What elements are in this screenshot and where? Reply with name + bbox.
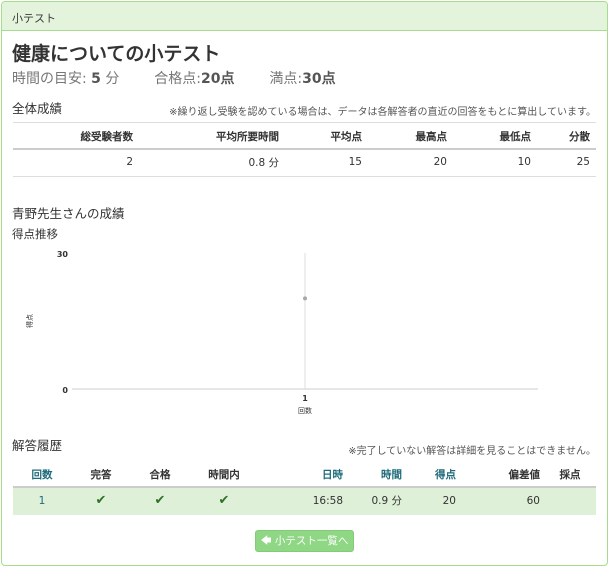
chart-x-tick-label: 1 <box>302 394 308 403</box>
check-icon: ✔ <box>218 493 230 508</box>
chart-y-tick-label: 0 <box>62 386 68 395</box>
score-chart: 30 0 1 回数 得点 <box>25 250 538 415</box>
overall-value-min: 10 <box>517 156 531 168</box>
time-label: 時間の目安: <box>12 71 87 87</box>
panel-heading: 小テスト <box>2 2 607 31</box>
history-header-grading: 採点 <box>559 468 581 481</box>
history-cell-score: 20 <box>442 494 456 507</box>
overall-header-min: 最低点 <box>499 130 532 143</box>
overall-value-avg-time: 0.8 分 <box>248 156 279 169</box>
time-unit: 分 <box>105 71 120 87</box>
overall-value-variance: 25 <box>576 156 590 168</box>
quiz-meta: 時間の目安: 5 分 合格点:20点 満点:30点 <box>12 68 336 88</box>
history-header-score[interactable]: 得点 <box>412 461 466 487</box>
history-header-in-time: 時間内 <box>208 468 240 481</box>
chart-y-axis-label: 得点 <box>25 314 34 328</box>
history-cell-count[interactable]: 1 <box>13 487 71 514</box>
chart-point <box>303 296 307 301</box>
history-header-count[interactable]: 回数 <box>13 461 71 487</box>
divider <box>13 148 596 150</box>
overall-header-avg-time: 平均所要時間 <box>216 130 279 143</box>
overall-header-takers: 総受験者数 <box>80 130 134 143</box>
overall-value-takers: 2 <box>126 156 133 168</box>
overall-heading: 全体成績 <box>12 101 63 116</box>
chart-heading: 得点推移 <box>12 227 58 241</box>
chart-y-tick-label: 30 <box>57 250 69 259</box>
overall-value-max: 20 <box>433 156 447 168</box>
divider <box>13 176 596 177</box>
history-header-datetime[interactable]: 日時 <box>259 461 349 487</box>
pass-label: 合格点: <box>154 71 201 87</box>
history-header-deviation: 偏差値 <box>508 468 541 481</box>
history-header-pass: 合格 <box>149 468 171 481</box>
history-note: ※完了していない解答は詳細を見ることはできません。 <box>348 446 596 457</box>
arrow-left-icon: 🡄 <box>260 535 272 547</box>
overall-header-max: 最高点 <box>415 130 448 143</box>
table-row: 1 ✔ ✔ ✔ 16:58 0.9 分 20 60 <box>13 487 596 514</box>
full-value: 30点 <box>302 71 336 87</box>
pass-value: 20点 <box>201 71 235 87</box>
time-value: 5 <box>91 71 101 87</box>
back-to-list-button[interactable]: 🡄 小テスト一覧へ <box>255 530 354 552</box>
history-header-time[interactable]: 時間 <box>349 461 412 487</box>
overall-table: 総受験者数 平均所要時間 平均点 最高点 最低点 分散 2 0.8 分 15 2… <box>13 124 596 176</box>
divider <box>13 122 596 123</box>
check-icon: ✔ <box>95 493 107 508</box>
history-cell-time: 0.9 分 <box>371 495 402 507</box>
check-icon: ✔ <box>154 493 166 508</box>
history-table: 回数 完答 合格 時間内 日時 時間 得点 偏差値 採点 1 ✔ ✔ ✔ 16:… <box>13 461 596 514</box>
overall-value-avg-score: 15 <box>348 156 362 168</box>
chart-x-axis-label: 回数 <box>298 406 312 415</box>
full-label: 満点: <box>269 71 303 87</box>
history-cell-grading <box>544 487 596 514</box>
overall-note: ※繰り返し受験を認めている場合は、データは各解答者の直近の回答をもとに算出してい… <box>169 107 596 118</box>
back-button-label: 小テスト一覧へ <box>274 535 349 547</box>
quiz-title: 健康についての小テスト <box>12 43 221 65</box>
overall-header-avg-score: 平均点 <box>330 130 363 143</box>
personal-heading: 青野先生さんの成績 <box>12 206 125 221</box>
overall-header-variance: 分散 <box>569 130 590 143</box>
history-cell-datetime: 16:58 <box>312 494 343 507</box>
history-heading: 解答履歴 <box>12 438 63 453</box>
history-cell-deviation: 60 <box>526 494 540 507</box>
history-header-complete: 完答 <box>90 468 112 481</box>
